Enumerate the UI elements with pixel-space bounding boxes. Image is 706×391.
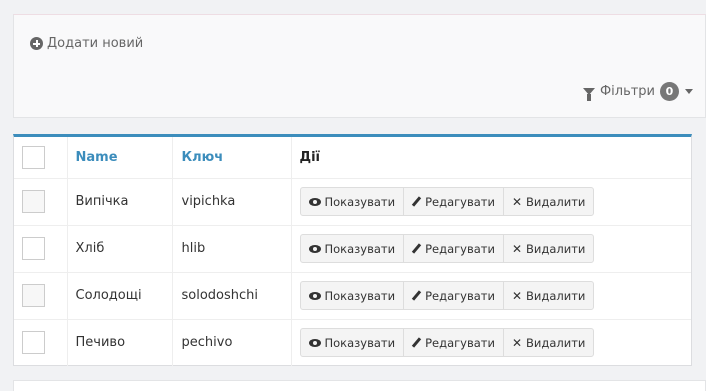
eye-icon [308,244,321,253]
plus-circle-icon [30,37,43,50]
eye-icon [308,338,321,347]
table-row: Печиво pechivo Показувати Редагувати ✕ Ви… [14,319,691,366]
row-key: hlib [171,225,291,273]
delete-label: Видалити [526,335,586,350]
pencil-icon [411,196,422,207]
row-key: pechivo [171,319,291,366]
column-header-name[interactable]: Name [66,137,172,179]
row-name: Солодощі [66,272,172,320]
edit-button[interactable]: Редагувати [403,187,504,216]
delete-button[interactable]: ✕ Видалити [502,187,595,216]
row-actions-group: Показувати Редагувати ✕ Видалити [299,187,595,216]
table-row: Хліб hlib Показувати Редагувати ✕ Видалит… [14,225,691,273]
toolbar-card: Додати новий Фільтри 0 [13,14,706,118]
table-header-row: Name Ключ Дії [14,137,691,179]
row-actions-group: Показувати Редагувати ✕ Видалити [299,281,595,310]
edit-button[interactable]: Редагувати [403,328,504,358]
items-table: Name Ключ Дії Випічка vipichka Показуват… [14,137,691,366]
table-card: Name Ключ Дії Випічка vipichka Показуват… [13,134,692,366]
edit-label: Редагувати [425,288,495,303]
row-actions-group: Показувати Редагувати ✕ Видалити [299,234,595,263]
eye-icon [308,197,321,206]
row-checkbox[interactable] [22,284,45,307]
show-button[interactable]: Показувати [299,187,405,216]
select-all-checkbox[interactable] [22,145,45,169]
table-row: Солодощі solodoshchi Показувати Редагува… [14,272,691,320]
row-name: Печиво [66,319,172,366]
add-new-button[interactable]: Додати новий [30,36,143,51]
row-actions-group: Показувати Редагувати ✕ Видалити [299,328,595,358]
eye-icon [308,291,321,300]
show-label: Показувати [324,241,396,256]
show-button[interactable]: Показувати [299,234,405,263]
header-select-all [14,137,67,179]
pencil-icon [411,290,422,301]
row-checkbox[interactable] [22,237,45,260]
row-checkbox[interactable] [22,190,45,213]
delete-label: Видалити [526,194,586,209]
column-header-actions: Дії [290,137,691,179]
delete-button[interactable]: ✕ Видалити [502,328,595,358]
close-icon: ✕ [511,335,523,350]
footer-strip [13,380,706,391]
edit-label: Редагувати [425,194,495,209]
filters-dropdown[interactable]: Фільтри 0 [582,82,693,101]
show-label: Показувати [324,288,396,303]
caret-down-icon [685,89,693,94]
row-name: Випічка [66,178,172,226]
edit-label: Редагувати [425,241,495,256]
filters-label: Фільтри [599,84,655,99]
close-icon: ✕ [511,194,523,209]
row-checkbox[interactable] [22,331,45,355]
delete-button[interactable]: ✕ Видалити [502,281,595,310]
edit-button[interactable]: Редагувати [403,281,504,310]
row-actions: Показувати Редагувати ✕ Видалити [290,272,691,320]
row-actions: Показувати Редагувати ✕ Видалити [290,319,691,366]
add-new-label: Додати новий [47,36,144,51]
pencil-icon [411,337,422,348]
close-icon: ✕ [511,241,523,256]
page: Додати новий Фільтри 0 Name Ключ Дії Вип… [0,0,706,391]
column-header-key[interactable]: Ключ [171,137,291,179]
filter-icon [582,88,595,101]
show-button[interactable]: Показувати [299,328,405,358]
edit-button[interactable]: Редагувати [403,234,504,263]
show-label: Показувати [324,335,396,350]
table-row: Випічка vipichka Показувати Редагувати ✕… [14,178,691,226]
show-label: Показувати [324,194,396,209]
show-button[interactable]: Показувати [299,281,405,310]
row-key: solodoshchi [171,272,291,320]
delete-label: Видалити [526,241,586,256]
delete-button[interactable]: ✕ Видалити [502,234,595,263]
pencil-icon [411,243,422,254]
delete-label: Видалити [526,288,586,303]
row-key: vipichka [171,178,291,226]
close-icon: ✕ [511,288,523,303]
filters-count-badge: 0 [660,82,679,101]
edit-label: Редагувати [425,335,495,350]
row-name: Хліб [66,225,172,273]
row-actions: Показувати Редагувати ✕ Видалити [290,178,691,226]
row-actions: Показувати Редагувати ✕ Видалити [290,225,691,273]
